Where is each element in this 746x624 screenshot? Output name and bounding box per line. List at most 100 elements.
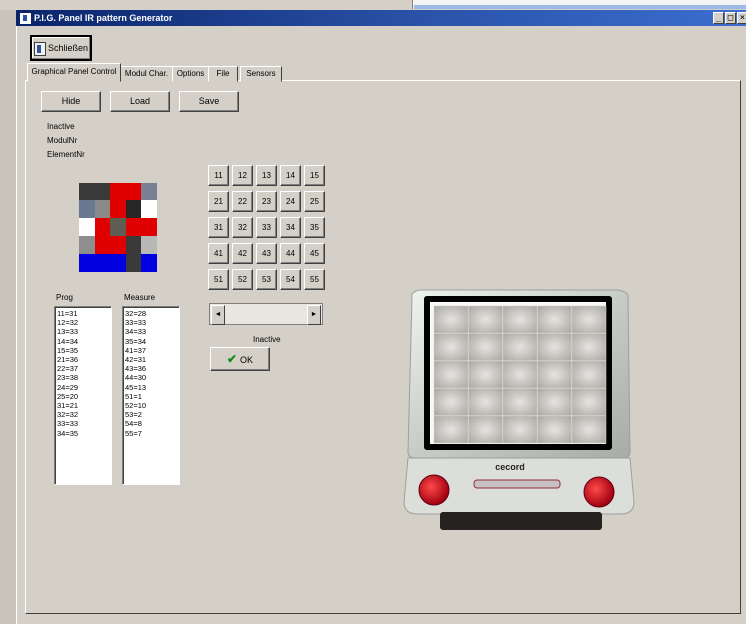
element-button-25[interactable]: 25 — [304, 191, 325, 212]
measure-list-item[interactable]: 55=7 — [125, 429, 179, 438]
element-button-43[interactable]: 43 — [256, 243, 277, 264]
element-button-33[interactable]: 33 — [256, 217, 277, 238]
prog-list-item[interactable]: 34=35 — [57, 429, 111, 438]
prog-listbox[interactable]: 11=31 12=32 13=33 14=34 15=35 21=36 22=37 23=38… — [54, 306, 112, 485]
minimize-button[interactable]: _ — [713, 12, 724, 24]
pattern-cell — [110, 183, 126, 200]
tab-graphical-panel-control[interactable]: Graphical Panel Control — [27, 63, 121, 82]
measure-list-item[interactable]: 53=2 — [125, 410, 179, 419]
element-button-21[interactable]: 21 — [208, 191, 229, 212]
element-button-23[interactable]: 23 — [256, 191, 277, 212]
close-window-button[interactable]: × — [737, 12, 746, 24]
tab-options[interactable]: Options — [172, 66, 209, 82]
measure-list-item[interactable]: 51=1 — [125, 392, 179, 401]
pattern-cell — [95, 236, 110, 254]
screen-cell — [571, 415, 607, 444]
measure-list-item[interactable]: 42=31 — [125, 355, 179, 364]
measure-list-item[interactable]: 34=33 — [125, 327, 179, 336]
measure-list-item[interactable]: 33=33 — [125, 318, 179, 327]
measure-list-item[interactable]: 32=28 — [125, 309, 179, 318]
tab-modul-char[interactable]: Modul Char. — [120, 66, 173, 82]
window-title: P.I.G. Panel IR pattern Generator — [34, 13, 173, 23]
pattern-cell — [95, 254, 110, 272]
element-button-14[interactable]: 14 — [280, 165, 301, 186]
prog-list-item[interactable]: 14=34 — [57, 337, 111, 346]
pattern-cell — [79, 200, 95, 218]
door-icon — [33, 41, 46, 56]
measure-listbox[interactable]: 32=28 33=33 34=33 35=34 41=37 42=31 43=36 44=30… — [122, 306, 180, 485]
element-button-53[interactable]: 53 — [256, 269, 277, 290]
pattern-cell — [126, 236, 141, 254]
prog-list-item[interactable]: 32=32 — [57, 410, 111, 419]
prog-list-item[interactable]: 33=33 — [57, 419, 111, 428]
prog-list-item[interactable]: 11=31 — [57, 309, 111, 318]
horizontal-slider[interactable]: ◄ ► — [209, 303, 323, 325]
prog-list-item[interactable]: 21=36 — [57, 355, 111, 364]
close-button[interactable]: Schließen — [30, 35, 92, 61]
prog-list-item[interactable]: 22=37 — [57, 364, 111, 373]
element-button-32[interactable]: 32 — [232, 217, 253, 238]
hide-button[interactable]: Hide — [41, 91, 101, 112]
prog-list-item[interactable]: 13=33 — [57, 327, 111, 336]
maximize-button[interactable]: □ — [725, 12, 736, 24]
measure-list-item[interactable]: 43=36 — [125, 364, 179, 373]
element-button-12[interactable]: 12 — [232, 165, 253, 186]
element-button-24[interactable]: 24 — [280, 191, 301, 212]
measure-list-item[interactable]: 54=8 — [125, 419, 179, 428]
element-button-13[interactable]: 13 — [256, 165, 277, 186]
pattern-cell — [79, 254, 95, 272]
screen-cell — [537, 305, 572, 334]
element-button-34[interactable]: 34 — [280, 217, 301, 238]
element-button-35[interactable]: 35 — [304, 217, 325, 238]
element-button-15[interactable]: 15 — [304, 165, 325, 186]
element-button-45[interactable]: 45 — [304, 243, 325, 264]
screen-cell — [433, 305, 469, 334]
screen-cell — [468, 305, 503, 334]
element-nr-label: ElementNr — [47, 150, 85, 159]
element-button-11[interactable]: 11 — [208, 165, 229, 186]
scroll-left-arrow-icon[interactable]: ◄ — [211, 305, 225, 325]
element-button-54[interactable]: 54 — [280, 269, 301, 290]
pattern-cell — [110, 218, 126, 236]
ok-button-label: OK — [240, 355, 254, 365]
pattern-cell — [110, 236, 126, 254]
pattern-preview — [79, 183, 157, 272]
prog-list-item[interactable]: 12=32 — [57, 318, 111, 327]
measure-list-item[interactable]: 44=30 — [125, 373, 179, 382]
scroll-right-arrow-icon[interactable]: ► — [307, 305, 321, 325]
monitor-drive-slot — [473, 479, 561, 489]
measure-list-item[interactable]: 41=37 — [125, 346, 179, 355]
save-button[interactable]: Save — [179, 91, 239, 112]
element-button-22[interactable]: 22 — [232, 191, 253, 212]
element-button-41[interactable]: 41 — [208, 243, 229, 264]
element-button-55[interactable]: 55 — [304, 269, 325, 290]
app-icon[interactable] — [19, 12, 32, 25]
screen-cell — [537, 388, 572, 416]
prog-list-item[interactable]: 15=35 — [57, 346, 111, 355]
screen-cell — [433, 415, 469, 444]
screen-cell — [571, 333, 607, 361]
ok-button[interactable]: ✔ OK — [210, 347, 270, 371]
measure-list-item[interactable]: 35=34 — [125, 337, 179, 346]
pattern-cell — [79, 236, 95, 254]
tab-file[interactable]: File — [208, 66, 238, 82]
pattern-cell — [141, 200, 157, 218]
element-button-52[interactable]: 52 — [232, 269, 253, 290]
prog-header: Prog — [56, 293, 73, 302]
tab-sensors[interactable]: Sensors — [240, 66, 282, 82]
element-button-31[interactable]: 31 — [208, 217, 229, 238]
screen-cell — [468, 333, 503, 361]
load-button[interactable]: Load — [110, 91, 170, 112]
measure-list-item[interactable]: 45=13 — [125, 383, 179, 392]
prog-list-item[interactable]: 23=38 — [57, 373, 111, 382]
pattern-cell — [141, 236, 157, 254]
element-button-51[interactable]: 51 — [208, 269, 229, 290]
prog-list-item[interactable]: 31=21 — [57, 401, 111, 410]
prog-list-item[interactable]: 25=20 — [57, 392, 111, 401]
element-button-42[interactable]: 42 — [232, 243, 253, 264]
measure-list-item[interactable]: 52=10 — [125, 401, 179, 410]
screen-cell — [502, 333, 538, 361]
screen-cell — [537, 415, 572, 444]
element-button-44[interactable]: 44 — [280, 243, 301, 264]
prog-list-item[interactable]: 24=29 — [57, 383, 111, 392]
